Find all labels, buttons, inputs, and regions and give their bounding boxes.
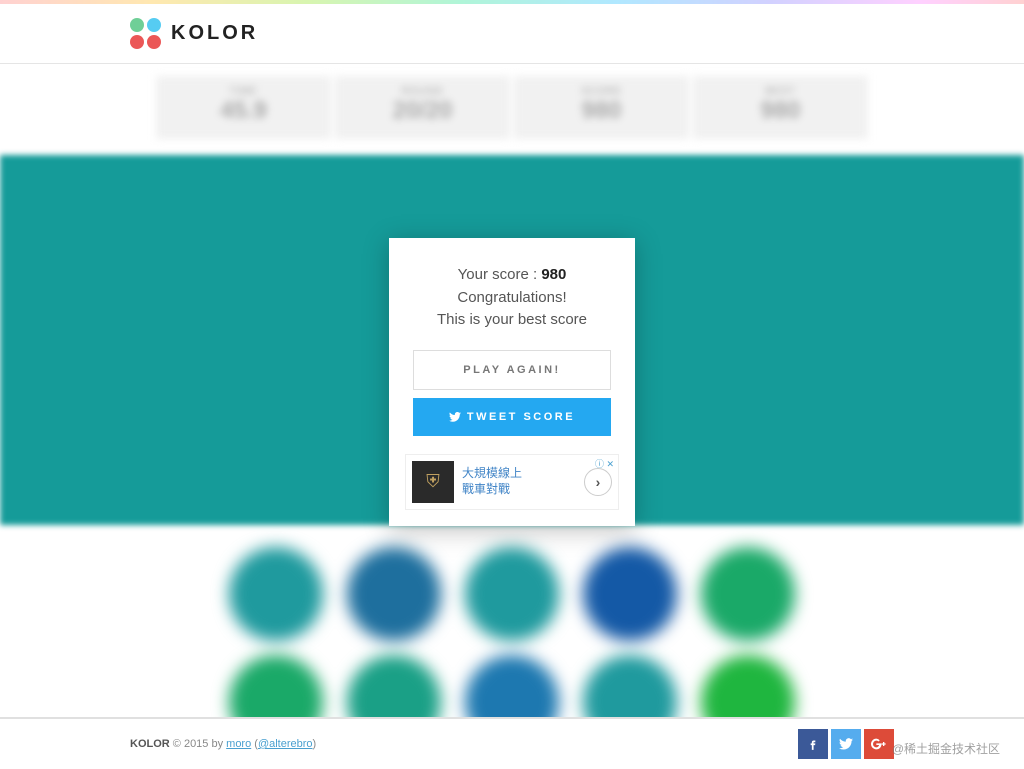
- stat-label: SCORE: [514, 86, 689, 97]
- stat-value: 980: [514, 97, 689, 125]
- ad-thumbnail: ⛨: [412, 461, 454, 503]
- stat-label: BEST: [693, 86, 868, 97]
- social-share: [798, 729, 894, 759]
- footer-brand: KOLOR: [130, 738, 170, 750]
- ad-banner[interactable]: ⓘ ✕ ⛨ 大規模線上 戰車對戰 ›: [405, 454, 619, 510]
- play-again-button[interactable]: PLAY AGAIN!: [413, 350, 611, 390]
- facebook-icon: [806, 737, 820, 751]
- twitter-icon: [839, 738, 853, 750]
- watermark: @稀土掘金技术社区: [892, 740, 1000, 757]
- tweet-label: TWEET SCORE: [467, 411, 575, 423]
- color-choice[interactable]: [701, 547, 795, 641]
- footer-credit: KOLOR © 2015 by moro (@alterebro): [130, 738, 316, 750]
- brand-logo[interactable]: KOLOR: [130, 18, 258, 49]
- footer: KOLOR © 2015 by moro (@alterebro): [0, 717, 1024, 769]
- author-handle-link[interactable]: @alterebro: [258, 738, 313, 750]
- googleplus-share-button[interactable]: [864, 729, 894, 759]
- color-choice[interactable]: [229, 547, 323, 641]
- congrats-text: Congratulations!: [405, 287, 619, 310]
- stat-label: ROUND: [335, 86, 510, 97]
- brand-name: KOLOR: [171, 22, 258, 45]
- ad-info-icon[interactable]: ⓘ ✕: [595, 457, 614, 470]
- googleplus-icon: [871, 737, 887, 751]
- color-choice[interactable]: [583, 547, 677, 641]
- score-value: 980: [541, 266, 566, 283]
- ad-line2: 戰車對戰: [462, 482, 510, 496]
- stat-time: TIME 45.9: [156, 76, 331, 139]
- tweet-score-button[interactable]: TWEET SCORE: [413, 398, 611, 436]
- twitter-share-button[interactable]: [831, 729, 861, 759]
- twitter-icon: [449, 412, 461, 422]
- stat-round: ROUND 20/20: [335, 76, 510, 139]
- logo-dots-icon: [130, 18, 161, 49]
- ad-text: 大規模線上 戰車對戰: [462, 466, 522, 497]
- author-link[interactable]: moro: [226, 738, 251, 750]
- header: KOLOR: [0, 4, 1024, 64]
- ad-line1: 大規模線上: [462, 466, 522, 480]
- score-line: Your score : 980: [405, 264, 619, 287]
- choices-row-1: [0, 547, 1024, 641]
- color-choice[interactable]: [465, 547, 559, 641]
- stat-label: TIME: [156, 86, 331, 97]
- stat-value: 45.9: [156, 97, 331, 125]
- color-choice[interactable]: [347, 547, 441, 641]
- footer-copyright: © 2015 by: [170, 738, 226, 750]
- stat-value: 20/20: [335, 97, 510, 125]
- score-prefix: Your score :: [458, 266, 542, 283]
- stats-row: TIME 45.9 ROUND 20/20 SCORE 980 BEST 980: [0, 64, 1024, 139]
- stat-value: 980: [693, 97, 868, 125]
- stat-best: BEST 980: [693, 76, 868, 139]
- best-score-text: This is your best score: [405, 309, 619, 332]
- stat-score: SCORE 980: [514, 76, 689, 139]
- facebook-share-button[interactable]: [798, 729, 828, 759]
- game-over-modal: Your score : 980 Congratulations! This i…: [389, 238, 635, 526]
- chevron-right-icon[interactable]: ›: [584, 468, 612, 496]
